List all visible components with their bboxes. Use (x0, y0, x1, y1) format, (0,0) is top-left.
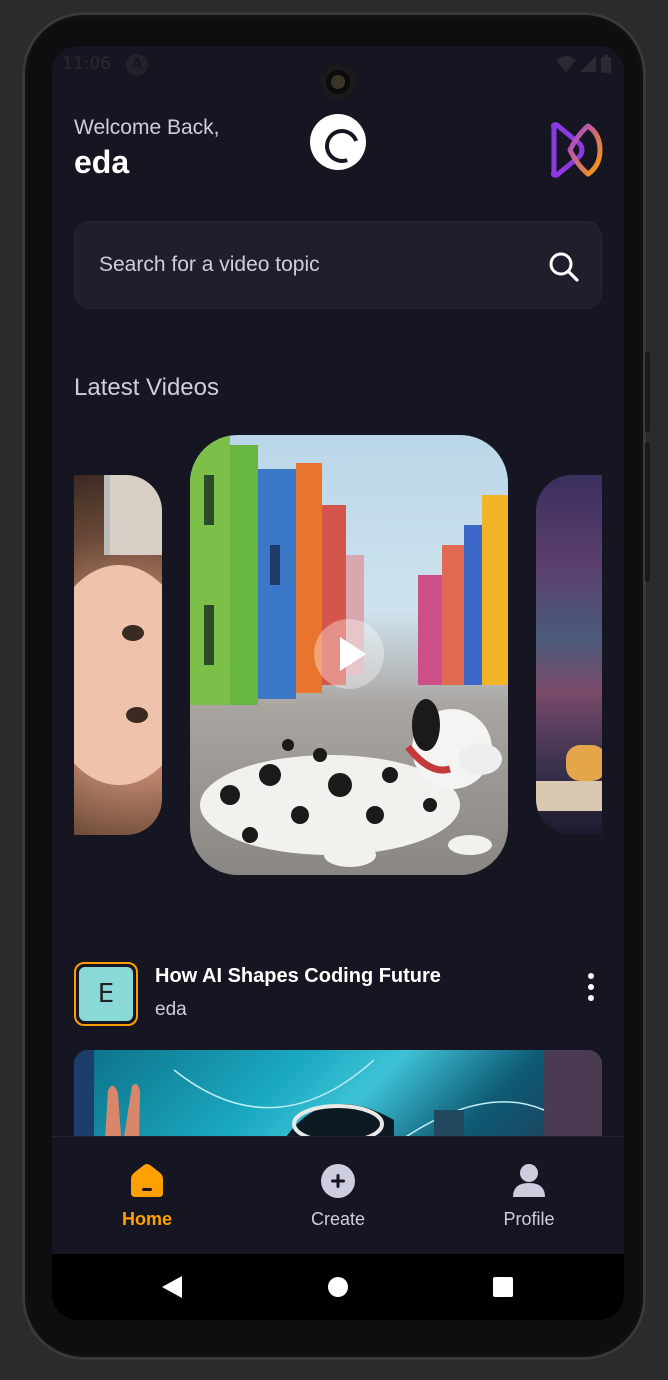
front-camera (320, 64, 356, 100)
thumbnail-building (442, 545, 464, 685)
trending-card-active[interactable] (190, 435, 508, 875)
recents-icon[interactable] (493, 1277, 513, 1297)
back-icon[interactable] (162, 1276, 182, 1298)
trending-card[interactable] (536, 475, 602, 835)
system-nav-bar (52, 1254, 624, 1320)
thumbnail-building (270, 545, 280, 585)
tab-label-home: Home (121, 1209, 172, 1229)
search-icon[interactable] (547, 250, 581, 284)
profile-icon (513, 1164, 545, 1197)
video-title: How AI Shapes Coding Future (155, 965, 441, 987)
video-creator: eda (155, 999, 187, 1020)
thumbnail-building (204, 475, 214, 525)
play-button[interactable] (314, 619, 384, 689)
tab-home[interactable]: Home (72, 1137, 222, 1255)
thumbnail-building (418, 575, 442, 685)
loading-spinner-icon (310, 114, 366, 170)
battery-icon (601, 55, 611, 73)
username: eda (74, 144, 130, 180)
home-circle-icon[interactable] (328, 1277, 348, 1297)
thumbnail-building (204, 605, 214, 665)
volume-button (645, 442, 650, 582)
thumbnail-building (482, 495, 508, 685)
video-card-header: E How AI Shapes Coding Future eda (74, 961, 602, 1027)
status-time: 11:06 (62, 54, 111, 74)
card-thumbnail (74, 565, 162, 785)
tab-profile[interactable]: Profile (454, 1137, 604, 1255)
search-bar[interactable]: Search for a video topic (74, 221, 602, 309)
creator-avatar[interactable]: E (74, 962, 138, 1026)
tab-label-profile: Profile (503, 1209, 555, 1229)
thumbnail-dog (200, 699, 502, 867)
plus-circle-icon (321, 1164, 355, 1198)
app-screen: 11:06 A Welcome Back, eda Search for a v… (52, 46, 624, 1320)
card-thumbnail (566, 745, 602, 781)
card-thumbnail (104, 475, 162, 555)
app-logo-icon (550, 122, 603, 178)
notification-icon: A (126, 54, 148, 76)
avatar-letter: E (79, 967, 133, 1021)
card-thumbnail (126, 707, 148, 723)
card-thumbnail (536, 781, 602, 811)
wifi-icon (556, 56, 576, 72)
thumbnail-building (464, 525, 482, 685)
bottom-tab-bar: Home Create Profile (52, 1136, 624, 1254)
side-button (645, 352, 650, 432)
welcome-text: Welcome Back, (74, 116, 220, 139)
more-vertical-icon[interactable] (586, 973, 596, 1005)
search-input[interactable]: Search for a video topic (99, 253, 320, 277)
home-icon (131, 1164, 163, 1197)
signal-icon (580, 56, 596, 72)
latest-videos-title: Latest Videos (74, 374, 219, 401)
trending-card[interactable] (74, 475, 162, 835)
card-thumbnail (122, 625, 144, 641)
tab-label-create: Create (310, 1209, 366, 1229)
tab-create[interactable]: Create (263, 1137, 413, 1255)
thumbnail-building (230, 445, 258, 705)
